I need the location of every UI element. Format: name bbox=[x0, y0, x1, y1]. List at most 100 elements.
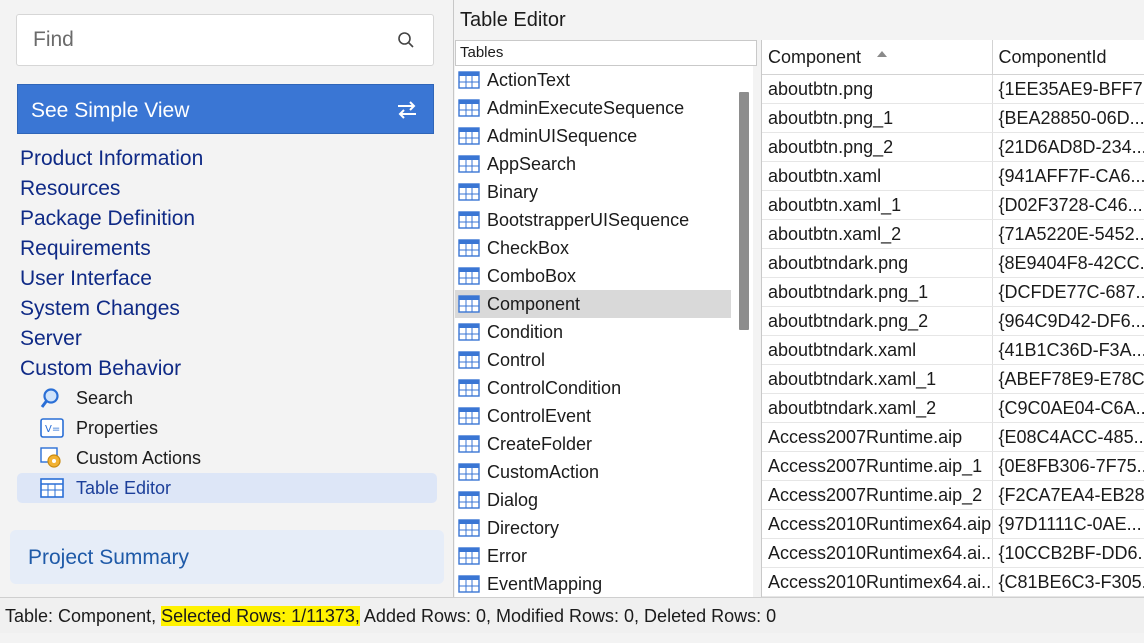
table-row[interactable]: Access2010Runtimex64.ai... {C81BE6C3-F305… bbox=[762, 567, 1144, 597]
panel-divider[interactable] bbox=[453, 0, 454, 597]
tables-scrollbar-thumb[interactable] bbox=[739, 92, 749, 330]
table-list-item[interactable]: CreateFolder bbox=[455, 430, 753, 458]
cell-componentid[interactable]: {21D6AD8D-234... bbox=[992, 132, 1144, 162]
cell-component[interactable]: aboutbtndark.xaml bbox=[762, 335, 993, 365]
cell-componentid[interactable]: {BEA28850-06D... bbox=[992, 103, 1144, 133]
cell-component[interactable]: aboutbtndark.xaml_1 bbox=[762, 364, 993, 394]
nav-item-package-definition[interactable]: Package Definition bbox=[20, 204, 203, 234]
cell-component[interactable]: aboutbtndark.xaml_2 bbox=[762, 393, 993, 423]
cell-componentid[interactable]: {10CCB2BF-DD6... bbox=[992, 538, 1144, 568]
subnav-item-custom-actions[interactable]: Custom Actions bbox=[17, 443, 437, 473]
search-icon[interactable] bbox=[397, 31, 415, 49]
table-list-item[interactable]: AppSearch bbox=[455, 150, 753, 178]
cell-component[interactable]: aboutbtn.png_1 bbox=[762, 103, 993, 133]
project-summary-label: Project Summary bbox=[28, 546, 190, 569]
subnav-item-search[interactable]: Search bbox=[17, 383, 437, 413]
cell-component[interactable]: aboutbtn.png_2 bbox=[762, 132, 993, 162]
cell-componentid[interactable]: {ABEF78E9-E78C... bbox=[992, 364, 1144, 394]
table-list-item[interactable]: CustomAction bbox=[455, 458, 753, 486]
table-list-item[interactable]: EventMapping bbox=[455, 570, 753, 597]
column-header-componentid[interactable]: ComponentId bbox=[992, 40, 1144, 75]
table-row[interactable]: Access2007Runtime.aip {E08C4ACC-485... bbox=[762, 422, 1144, 452]
table-list-item[interactable]: AdminUISequence bbox=[455, 122, 753, 150]
table-row[interactable]: aboutbtndark.xaml_1 {ABEF78E9-E78C... bbox=[762, 364, 1144, 394]
cell-component[interactable]: aboutbtn.xaml_2 bbox=[762, 219, 993, 249]
table-row[interactable]: Access2007Runtime.aip_1 {0E8FB306-7F75... bbox=[762, 451, 1144, 481]
cell-component[interactable]: Access2007Runtime.aip_1 bbox=[762, 451, 993, 481]
table-list-item[interactable]: BootstrapperUISequence bbox=[455, 206, 753, 234]
nav-item-system-changes[interactable]: System Changes bbox=[20, 294, 203, 324]
cell-componentid[interactable]: {F2CA7EA4-EB28... bbox=[992, 480, 1144, 510]
nav-item-requirements[interactable]: Requirements bbox=[20, 234, 203, 264]
column-header-component[interactable]: Component bbox=[762, 40, 993, 75]
table-list-item[interactable]: ComboBox bbox=[455, 262, 753, 290]
table-row[interactable]: aboutbtn.xaml_1 {D02F3728-C46... bbox=[762, 190, 1144, 220]
nav-item-custom-behavior[interactable]: Custom Behavior bbox=[20, 354, 203, 384]
table-list-item[interactable]: Dialog bbox=[455, 486, 753, 514]
cell-componentid[interactable]: {D02F3728-C46... bbox=[992, 190, 1144, 220]
table-row[interactable]: aboutbtndark.png {8E9404F8-42CC... bbox=[762, 248, 1144, 278]
table-row[interactable]: aboutbtn.png_2 {21D6AD8D-234... bbox=[762, 132, 1144, 162]
cell-component[interactable]: Access2010Runtimex64.aip bbox=[762, 509, 993, 539]
cell-componentid[interactable]: {964C9D42-DF6... bbox=[992, 306, 1144, 336]
table-row[interactable]: aboutbtn.png {1EE35AE9-BFF7... bbox=[762, 74, 1144, 104]
cell-componentid[interactable]: {97D1111C-0AE... bbox=[992, 509, 1144, 539]
cell-component[interactable]: aboutbtn.xaml_1 bbox=[762, 190, 993, 220]
table-row[interactable]: Access2010Runtimex64.ai... {10CCB2BF-DD6.… bbox=[762, 538, 1144, 568]
cell-component[interactable]: Access2007Runtime.aip_2 bbox=[762, 480, 993, 510]
table-row[interactable]: aboutbtn.xaml_2 {71A5220E-5452... bbox=[762, 219, 1144, 249]
table-row[interactable]: aboutbtn.png_1 {BEA28850-06D... bbox=[762, 103, 1144, 133]
cell-component[interactable]: aboutbtndark.png_2 bbox=[762, 306, 993, 336]
cell-component[interactable]: aboutbtn.xaml bbox=[762, 161, 993, 191]
cell-componentid[interactable]: {8E9404F8-42CC... bbox=[992, 248, 1144, 278]
search-input[interactable] bbox=[17, 15, 377, 65]
subnav-item-table-editor[interactable]: Table Editor bbox=[17, 473, 437, 503]
cell-component[interactable]: aboutbtndark.png bbox=[762, 248, 993, 278]
table-list-item[interactable]: Binary bbox=[455, 178, 753, 206]
cell-componentid[interactable]: {C9C0AE04-C6A... bbox=[992, 393, 1144, 423]
table-row[interactable]: aboutbtn.xaml {941AFF7F-CA6... bbox=[762, 161, 1144, 191]
table-list-item[interactable]: Component bbox=[455, 290, 731, 318]
cell-componentid[interactable]: {71A5220E-5452... bbox=[992, 219, 1144, 249]
table-list-label: CheckBox bbox=[487, 238, 570, 258]
cell-componentid[interactable]: {1EE35AE9-BFF7... bbox=[992, 74, 1144, 104]
table-list-item[interactable]: AdminExecuteSequence bbox=[455, 94, 753, 122]
table-row[interactable]: Access2007Runtime.aip_2 {F2CA7EA4-EB28... bbox=[762, 480, 1144, 510]
table-row[interactable]: aboutbtndark.png_1 {DCFDE77C-687... bbox=[762, 277, 1144, 307]
table-list-item[interactable]: Error bbox=[455, 542, 753, 570]
cell-componentid[interactable]: {E08C4ACC-485... bbox=[992, 422, 1144, 452]
nav-item-user-interface[interactable]: User Interface bbox=[20, 264, 203, 294]
table-list-item[interactable]: CheckBox bbox=[455, 234, 753, 262]
see-simple-view-button[interactable]: See Simple View bbox=[17, 84, 434, 134]
nav-item-product-information[interactable]: Product Information bbox=[20, 144, 203, 174]
cell-componentid[interactable]: {41B1C36D-F3A... bbox=[992, 335, 1144, 365]
search-box[interactable] bbox=[16, 14, 434, 66]
nav-item-resources[interactable]: Resources bbox=[20, 174, 203, 204]
table-list-item[interactable]: Condition bbox=[455, 318, 753, 346]
cell-componentid[interactable]: {DCFDE77C-687... bbox=[992, 277, 1144, 307]
table-icon bbox=[458, 155, 480, 173]
project-summary-button[interactable]: Project Summary bbox=[10, 530, 444, 584]
cell-componentid[interactable]: {C81BE6C3-F305... bbox=[992, 567, 1144, 597]
table-row[interactable]: aboutbtndark.png_2 {964C9D42-DF6... bbox=[762, 306, 1144, 336]
subnav-item-properties[interactable]: V= Properties bbox=[17, 413, 437, 443]
table-row[interactable]: aboutbtndark.xaml_2 {C9C0AE04-C6A... bbox=[762, 393, 1144, 423]
cell-component[interactable]: Access2010Runtimex64.ai... bbox=[762, 567, 993, 597]
status-bar: Table: Component, Selected Rows: 1/11373… bbox=[0, 597, 1144, 633]
table-list-item[interactable]: ControlEvent bbox=[455, 402, 753, 430]
table-list-item[interactable]: ActionText bbox=[455, 66, 753, 94]
table-icon bbox=[458, 379, 480, 397]
table-row[interactable]: aboutbtndark.xaml {41B1C36D-F3A... bbox=[762, 335, 1144, 365]
cell-component[interactable]: aboutbtndark.png_1 bbox=[762, 277, 993, 307]
cell-component[interactable]: Access2007Runtime.aip bbox=[762, 422, 993, 452]
cell-componentid[interactable]: {941AFF7F-CA6... bbox=[992, 161, 1144, 191]
table-list-item[interactable]: Directory bbox=[455, 514, 753, 542]
status-changes: Added Rows: 0, Modified Rows: 0, Deleted… bbox=[363, 606, 777, 626]
cell-component[interactable]: Access2010Runtimex64.ai... bbox=[762, 538, 993, 568]
table-row[interactable]: Access2010Runtimex64.aip {97D1111C-0AE... bbox=[762, 509, 1144, 539]
cell-component[interactable]: aboutbtn.png bbox=[762, 74, 993, 104]
table-list-item[interactable]: Control bbox=[455, 346, 753, 374]
cell-componentid[interactable]: {0E8FB306-7F75... bbox=[992, 451, 1144, 481]
nav-item-server[interactable]: Server bbox=[20, 324, 203, 354]
table-list-item[interactable]: ControlCondition bbox=[455, 374, 753, 402]
